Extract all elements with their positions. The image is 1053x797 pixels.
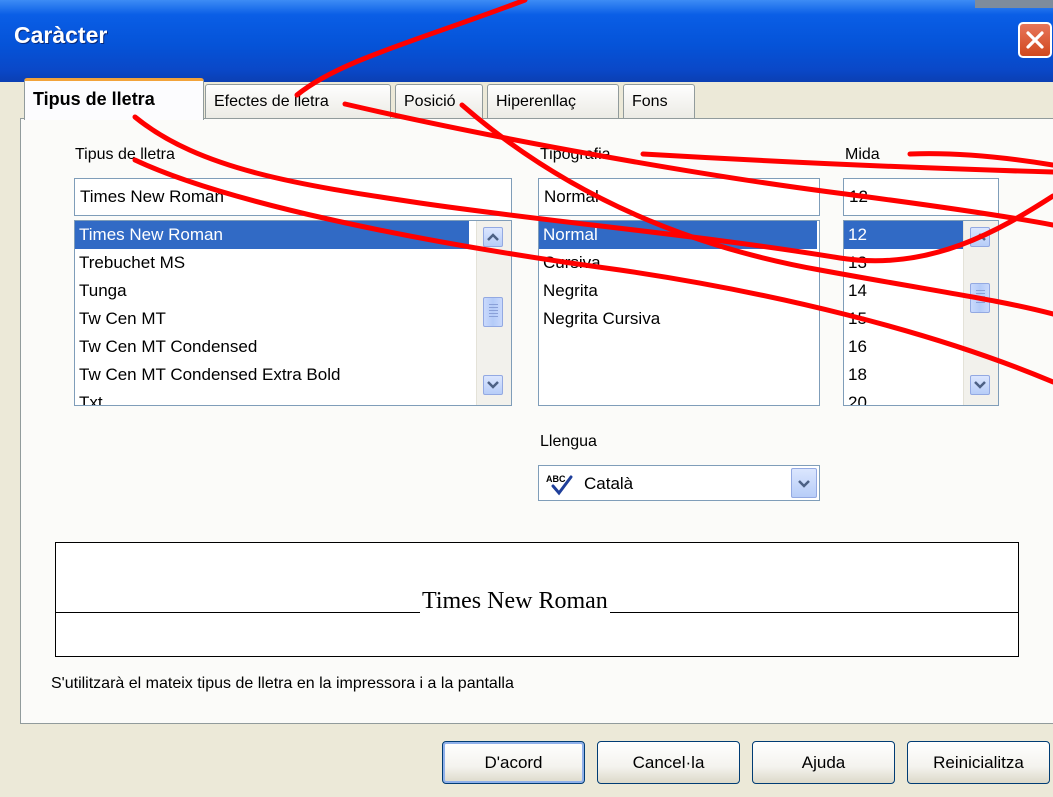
tab-hyperlink[interactable]: Hiperenllaç xyxy=(487,84,619,118)
size-input[interactable]: 12 xyxy=(843,178,999,216)
help-button[interactable]: Ajuda xyxy=(752,741,895,784)
list-item[interactable]: Tw Cen MT Condensed Extra Bold xyxy=(75,361,511,389)
list-item[interactable]: Tw Cen MT xyxy=(75,305,511,333)
language-dropdown-button[interactable] xyxy=(791,468,817,498)
tab-background-label: Fons xyxy=(632,93,668,110)
chevron-down-icon xyxy=(798,480,810,488)
tab-position[interactable]: Posició xyxy=(395,84,483,118)
size-scrollbar[interactable] xyxy=(963,221,998,405)
size-label: Mida xyxy=(845,146,880,163)
list-item[interactable]: Cursiva xyxy=(539,249,819,277)
scroll-down-button[interactable] xyxy=(483,375,503,395)
language-label: Llengua xyxy=(540,433,597,450)
list-item[interactable]: Negrita Cursiva xyxy=(539,305,819,333)
list-item[interactable]: Times New Roman xyxy=(75,221,469,249)
tab-position-label: Posició xyxy=(404,93,456,110)
close-button[interactable] xyxy=(1018,22,1052,58)
list-item[interactable]: 12 xyxy=(844,221,964,249)
close-icon xyxy=(1026,31,1044,49)
list-item[interactable]: Tunga xyxy=(75,277,511,305)
list-item[interactable]: Tw Cen MT Condensed xyxy=(75,333,511,361)
list-item[interactable]: Trebuchet MS xyxy=(75,249,511,277)
scroll-thumb[interactable] xyxy=(970,283,990,313)
font-family-list[interactable]: Times New Roman Trebuchet MS Tunga Tw Ce… xyxy=(74,220,512,406)
title-bar[interactable]: Caràcter xyxy=(0,0,1053,82)
tab-font-effects[interactable]: Efectes de lletra xyxy=(205,84,391,118)
tab-font-label: Tipus de lletra xyxy=(33,89,155,109)
spellcheck-abc-icon: ABC xyxy=(546,474,573,496)
scroll-down-button[interactable] xyxy=(970,375,990,395)
scroll-thumb[interactable] xyxy=(483,297,503,327)
chevron-up-icon xyxy=(487,233,499,241)
typography-list[interactable]: Normal Cursiva Negrita Negrita Cursiva xyxy=(538,220,820,406)
dialog-title: Caràcter xyxy=(14,22,108,48)
tab-font-effects-label: Efectes de lletra xyxy=(214,93,329,110)
scroll-up-button[interactable] xyxy=(483,227,503,247)
character-dialog: Caràcter Tipus de lletra Efectes de llet… xyxy=(0,0,1053,797)
cancel-button[interactable]: Cancel·la xyxy=(597,741,740,784)
reset-button[interactable]: Reinicialitza xyxy=(907,741,1050,784)
list-item[interactable]: Negrita xyxy=(539,277,819,305)
ok-button[interactable]: D'acord xyxy=(442,741,585,784)
font-family-input[interactable]: Times New Roman xyxy=(74,178,512,216)
typography-input[interactable]: Normal xyxy=(538,178,820,216)
language-select[interactable]: ABC Català xyxy=(538,465,820,501)
tab-hyperlink-label: Hiperenllaç xyxy=(496,93,577,110)
tab-font[interactable]: Tipus de lletra xyxy=(24,78,204,120)
background-window-edge xyxy=(975,0,1053,8)
chevron-down-icon xyxy=(487,381,499,389)
list-item[interactable]: Txt xyxy=(75,389,511,405)
svg-text:ABC: ABC xyxy=(546,474,566,484)
preview-text: Times New Roman xyxy=(420,588,610,615)
scroll-up-button[interactable] xyxy=(970,227,990,247)
chevron-down-icon xyxy=(974,381,986,389)
font-preview: Times New Roman xyxy=(55,542,1019,657)
language-value: Català xyxy=(584,474,634,493)
size-list[interactable]: 12 13 14 15 16 18 20 xyxy=(843,220,999,406)
tab-background[interactable]: Fons xyxy=(623,84,695,118)
font-family-scrollbar[interactable] xyxy=(476,221,511,405)
list-item[interactable]: Normal xyxy=(539,221,817,249)
info-text: S'utilitzarà el mateix tipus de lletra e… xyxy=(51,675,514,692)
typography-label: Tipografia xyxy=(540,146,611,163)
chevron-up-icon xyxy=(974,233,986,241)
font-family-label: Tipus de lletra xyxy=(75,146,175,163)
